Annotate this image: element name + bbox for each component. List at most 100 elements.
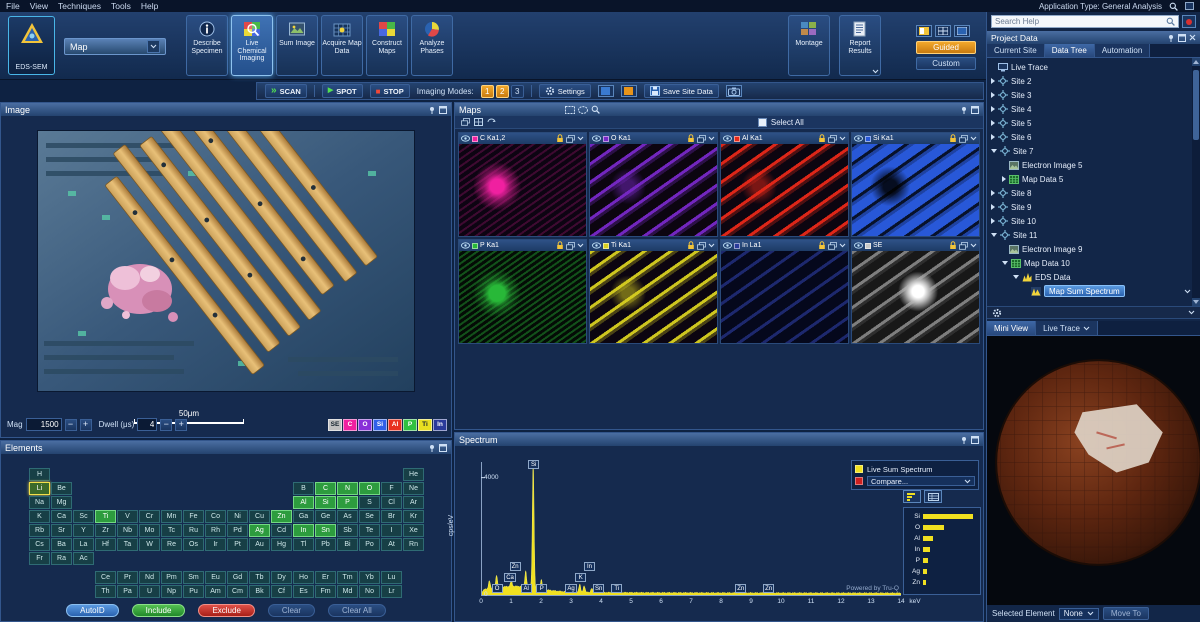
lock-icon[interactable] xyxy=(949,241,957,250)
chevron-down-icon[interactable] xyxy=(708,136,715,141)
pin-icon[interactable] xyxy=(1167,34,1175,42)
element-ag[interactable]: Ag xyxy=(249,524,270,537)
element-er[interactable]: Er xyxy=(315,571,336,584)
tree-item-electron-image-9[interactable]: Electron Image 9 xyxy=(987,242,1191,256)
map-header-se[interactable]: SE xyxy=(852,240,979,251)
element-si[interactable]: Si xyxy=(315,496,336,509)
element-cd[interactable]: Cd xyxy=(271,524,292,537)
map-image-si-ka1[interactable] xyxy=(852,144,979,236)
peak-marker-in[interactable]: In xyxy=(584,562,595,571)
move-to-button[interactable]: Move To xyxy=(1103,607,1149,620)
scroll-down-icon[interactable] xyxy=(1192,298,1200,306)
element-pb[interactable]: Pb xyxy=(315,538,336,551)
tree-expand-arrow[interactable] xyxy=(991,134,995,140)
imaging-mode-1-button[interactable]: 1 xyxy=(481,85,494,98)
eye-icon[interactable] xyxy=(723,135,732,142)
element-pr[interactable]: Pr xyxy=(117,571,138,584)
element-ir[interactable]: Ir xyxy=(205,538,226,551)
element-h[interactable]: H xyxy=(29,468,50,481)
element-xe[interactable]: Xe xyxy=(403,524,424,537)
expand-icon[interactable] xyxy=(439,106,447,114)
search-icon[interactable] xyxy=(1169,2,1178,11)
element-os[interactable]: Os xyxy=(183,538,204,551)
layout-grid-button[interactable] xyxy=(935,25,951,37)
chevron-down-icon[interactable] xyxy=(970,136,977,141)
map-image-o-ka1[interactable] xyxy=(590,144,717,236)
aux-tool-button-1[interactable] xyxy=(598,85,614,97)
element-co[interactable]: Co xyxy=(205,510,226,523)
element-sm[interactable]: Sm xyxy=(183,571,204,584)
help-search-input[interactable]: Search Help xyxy=(991,15,1179,28)
map-header-o-ka1[interactable]: O Ka1 xyxy=(590,133,717,144)
element-mn[interactable]: Mn xyxy=(161,510,182,523)
tree-expand-arrow[interactable] xyxy=(991,120,995,126)
map-image-al-ka1[interactable] xyxy=(721,144,848,236)
element-chip-c[interactable]: C xyxy=(343,419,357,431)
tree-expand-arrow[interactable] xyxy=(1002,261,1008,265)
describe-specimen-button[interactable]: Describe Specimen xyxy=(186,15,228,76)
element-chip-in[interactable]: In xyxy=(433,419,447,431)
imaging-mode-3-button[interactable]: 3 xyxy=(511,85,524,98)
autoid-button[interactable]: AutoID xyxy=(66,604,118,617)
map-header-in-la1[interactable]: In La1 xyxy=(721,240,848,251)
layers-icon[interactable] xyxy=(828,242,837,250)
tree-expand-arrow[interactable] xyxy=(1013,275,1019,279)
tree-item-site-2[interactable]: Site 2 xyxy=(987,74,1191,88)
selected-element-dropdown[interactable]: None xyxy=(1059,608,1099,620)
element-ne[interactable]: Ne xyxy=(403,482,424,495)
element-tc[interactable]: Tc xyxy=(161,524,182,537)
element-au[interactable]: Au xyxy=(249,538,270,551)
map-image-ti-ka1[interactable] xyxy=(590,251,717,343)
element-mg[interactable]: Mg xyxy=(51,496,72,509)
element-fr[interactable]: Fr xyxy=(29,552,50,565)
freehand-select-icon[interactable] xyxy=(578,105,588,114)
technique-mode-dropdown[interactable]: Map xyxy=(64,38,166,55)
map-header-ti-ka1[interactable]: Ti Ka1 xyxy=(590,240,717,251)
element-zr[interactable]: Zr xyxy=(95,524,116,537)
clear-button[interactable]: Clear xyxy=(268,604,315,617)
element-la[interactable]: La xyxy=(73,538,94,551)
expand-icon[interactable] xyxy=(439,444,447,452)
eds-sem-badge[interactable]: EDS-SEM xyxy=(8,16,55,75)
tree-item-site-7[interactable]: Site 7 xyxy=(987,144,1191,158)
tab-data-tree[interactable]: Data Tree xyxy=(1045,44,1095,57)
layers-icon[interactable] xyxy=(566,135,575,143)
sync-icon[interactable] xyxy=(487,118,496,126)
peak-marker-ca[interactable]: Ca xyxy=(504,573,516,582)
layout-palette-button[interactable] xyxy=(916,25,932,37)
eye-icon[interactable] xyxy=(723,242,732,249)
construct-maps-button[interactable]: Construct Maps xyxy=(366,15,408,76)
element-rn[interactable]: Rn xyxy=(403,538,424,551)
element-k[interactable]: K xyxy=(29,510,50,523)
map-image-c-ka1-2[interactable] xyxy=(459,144,586,236)
expand-icon[interactable] xyxy=(1178,34,1186,42)
aux-tool-button-2[interactable] xyxy=(621,85,637,97)
element-s[interactable]: S xyxy=(359,496,380,509)
tree-item-site-4[interactable]: Site 4 xyxy=(987,102,1191,116)
element-nd[interactable]: Nd xyxy=(139,571,160,584)
element-re[interactable]: Re xyxy=(161,538,182,551)
element-pa[interactable]: Pa xyxy=(117,585,138,598)
element-po[interactable]: Po xyxy=(359,538,380,551)
lock-icon[interactable] xyxy=(556,134,564,143)
dwell-increase-button[interactable]: + xyxy=(175,419,187,431)
map-header-c-ka1-2[interactable]: C Ka1,2 xyxy=(459,133,586,144)
element-mo[interactable]: Mo xyxy=(139,524,160,537)
element-be[interactable]: Be xyxy=(51,482,72,495)
element-sr[interactable]: Sr xyxy=(51,524,72,537)
search-icon[interactable] xyxy=(1166,17,1175,26)
mini-view-image[interactable] xyxy=(987,336,1200,605)
tab-mini-view[interactable]: Mini View xyxy=(987,321,1036,335)
grid-icon[interactable] xyxy=(474,118,483,126)
tree-expand-arrow[interactable] xyxy=(991,204,995,210)
element-hf[interactable]: Hf xyxy=(95,538,116,551)
element-kr[interactable]: Kr xyxy=(403,510,424,523)
element-li[interactable]: Li xyxy=(29,482,50,495)
tree-item-site-6[interactable]: Site 6 xyxy=(987,130,1191,144)
element-eu[interactable]: Eu xyxy=(205,571,226,584)
element-ru[interactable]: Ru xyxy=(183,524,204,537)
tree-item-site-10[interactable]: Site 10 xyxy=(987,214,1191,228)
imaging-mode-2-button[interactable]: 2 xyxy=(496,85,509,98)
element-ba[interactable]: Ba xyxy=(51,538,72,551)
tree-item-map-data-5[interactable]: Map Data 5 xyxy=(987,172,1191,186)
